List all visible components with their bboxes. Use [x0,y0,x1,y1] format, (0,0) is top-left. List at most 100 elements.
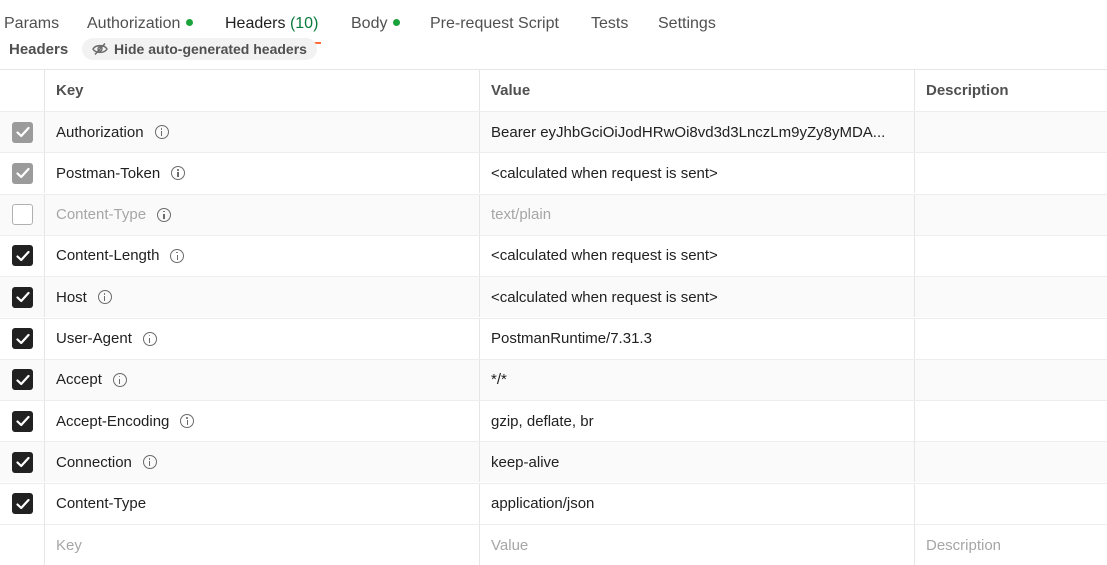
table-row: Authorization Bearer eyJhbGciOiJodHRwOi8v… [0,111,1107,152]
key-cell[interactable]: Content-Type [45,195,479,235]
key-cell[interactable]: Accept [45,360,479,400]
table-row: User-Agent PostmanRuntime/7.31.3 [0,317,1107,359]
header-key: Content-Length [56,247,160,265]
value-placeholder: Value [491,536,529,554]
key-cell[interactable]: User-Agent [45,319,479,359]
description-cell[interactable] [915,112,1107,152]
column-header-description: Description [926,82,1009,99]
tab-body[interactable]: Body [351,15,401,33]
row-check-cell [0,525,45,565]
key-cell[interactable]: Content-Length [45,236,479,276]
info-icon[interactable] [142,455,157,470]
row-enabled-checkbox[interactable] [12,204,33,226]
key-cell[interactable]: Connection [45,442,479,482]
tab-label: Settings [658,15,716,32]
header-value: text/plain [491,206,552,224]
description-placeholder: Description [926,536,1002,554]
tab-authorization[interactable]: Authorization [87,15,194,33]
value-cell[interactable]: <calculated when request is sent> [480,153,914,193]
info-icon[interactable] [97,290,112,305]
header-value: application/json [491,495,595,513]
row-enabled-checkbox[interactable] [12,162,33,184]
new-header-row: Key Value Description [0,524,1107,565]
header-value: gzip, deflate, br [491,412,594,430]
value-cell[interactable]: */* [480,360,914,400]
tab-tests[interactable]: Tests [591,15,628,33]
header-value: keep-alive [491,453,560,471]
row-enabled-checkbox[interactable] [12,245,33,267]
info-icon[interactable] [112,372,127,387]
row-enabled-checkbox[interactable] [12,328,33,349]
row-enabled-checkbox[interactable] [12,121,33,143]
header-key: Accept-Encoding [56,412,170,430]
header-key: Postman-Token [56,164,161,182]
description-cell[interactable] [915,153,1107,193]
row-enabled-checkbox[interactable] [12,451,33,473]
tab-label: Body [351,15,388,32]
tab-label: Params [4,15,60,32]
row-check-cell [0,236,45,276]
header-key: Content-Type [56,495,147,513]
status-dot-icon [186,19,194,27]
info-icon[interactable] [157,207,172,222]
description-cell[interactable] [915,319,1107,359]
header-value: PostmanRuntime/7.31.3 [491,330,652,347]
header-value: <calculated when request is sent> [491,247,718,265]
info-icon[interactable] [180,414,195,429]
info-icon[interactable] [170,248,185,263]
info-icon[interactable] [142,331,157,346]
description-cell[interactable] [915,277,1107,317]
description-cell[interactable] [915,401,1107,441]
key-cell[interactable]: Postman-Token [45,153,479,193]
new-key-input[interactable]: Key [45,525,479,565]
description-cell[interactable] [915,236,1107,276]
tab-count: (10) [289,15,319,32]
key-cell[interactable]: Authorization [45,112,479,152]
value-cell[interactable]: keep-alive [480,442,914,482]
tab-params[interactable]: Params [4,15,59,33]
table-row: Postman-Token <calculated when request is… [0,152,1107,194]
new-description-input[interactable]: Description [915,525,1107,565]
key-placeholder: Key [56,536,82,554]
value-cell[interactable]: application/json [480,484,914,524]
info-icon[interactable] [154,125,169,139]
row-enabled-checkbox[interactable] [12,286,33,308]
new-value-input[interactable]: Value [480,525,914,565]
column-header-value: Value [491,82,531,99]
description-cell[interactable] [915,442,1107,482]
tab-label: Pre-request Script [430,15,559,32]
row-check-cell [0,319,45,359]
tab-label: Headers [225,15,286,32]
row-check-cell [0,153,45,193]
tab-label: Authorization [87,15,181,32]
description-cell[interactable] [915,360,1107,400]
row-check-cell [0,112,45,152]
tab-pre-request-script[interactable]: Pre-request Script [430,15,559,33]
description-cell[interactable] [915,195,1107,235]
header-value: <calculated when request is sent> [491,288,718,306]
value-cell[interactable]: <calculated when request is sent> [480,277,914,317]
value-cell[interactable]: PostmanRuntime/7.31.3 [480,319,914,359]
header-key: Host [56,288,87,306]
value-cell[interactable]: <calculated when request is sent> [480,236,914,276]
value-cell[interactable]: text/plain [480,195,914,235]
key-cell[interactable]: Content-Type [45,484,479,524]
row-enabled-checkbox[interactable] [12,369,33,391]
row-enabled-checkbox[interactable] [12,493,33,515]
value-cell[interactable]: gzip, deflate, br [480,401,914,441]
header-key: Content-Type [56,206,147,224]
value-cell[interactable]: Bearer eyJhbGciOiJodHRwOi8vd3d3LnczLm9yZ… [480,112,914,152]
info-icon[interactable] [171,166,186,181]
hide-auto-generated-headers-button[interactable]: Hide auto-generated headers [82,38,317,60]
row-enabled-checkbox[interactable] [12,410,33,432]
row-check-cell [0,360,45,400]
header-check-cell [0,70,45,111]
header-value: <calculated when request is sent> [491,164,718,182]
description-cell[interactable] [915,484,1107,524]
header-value: */* [491,371,507,389]
key-cell[interactable]: Accept-Encoding [45,401,479,441]
tab-settings[interactable]: Settings [658,15,716,33]
key-cell[interactable]: Host [45,277,479,317]
tab-headers[interactable]: Headers (10) [225,15,318,33]
header-key: Connection [56,453,132,471]
